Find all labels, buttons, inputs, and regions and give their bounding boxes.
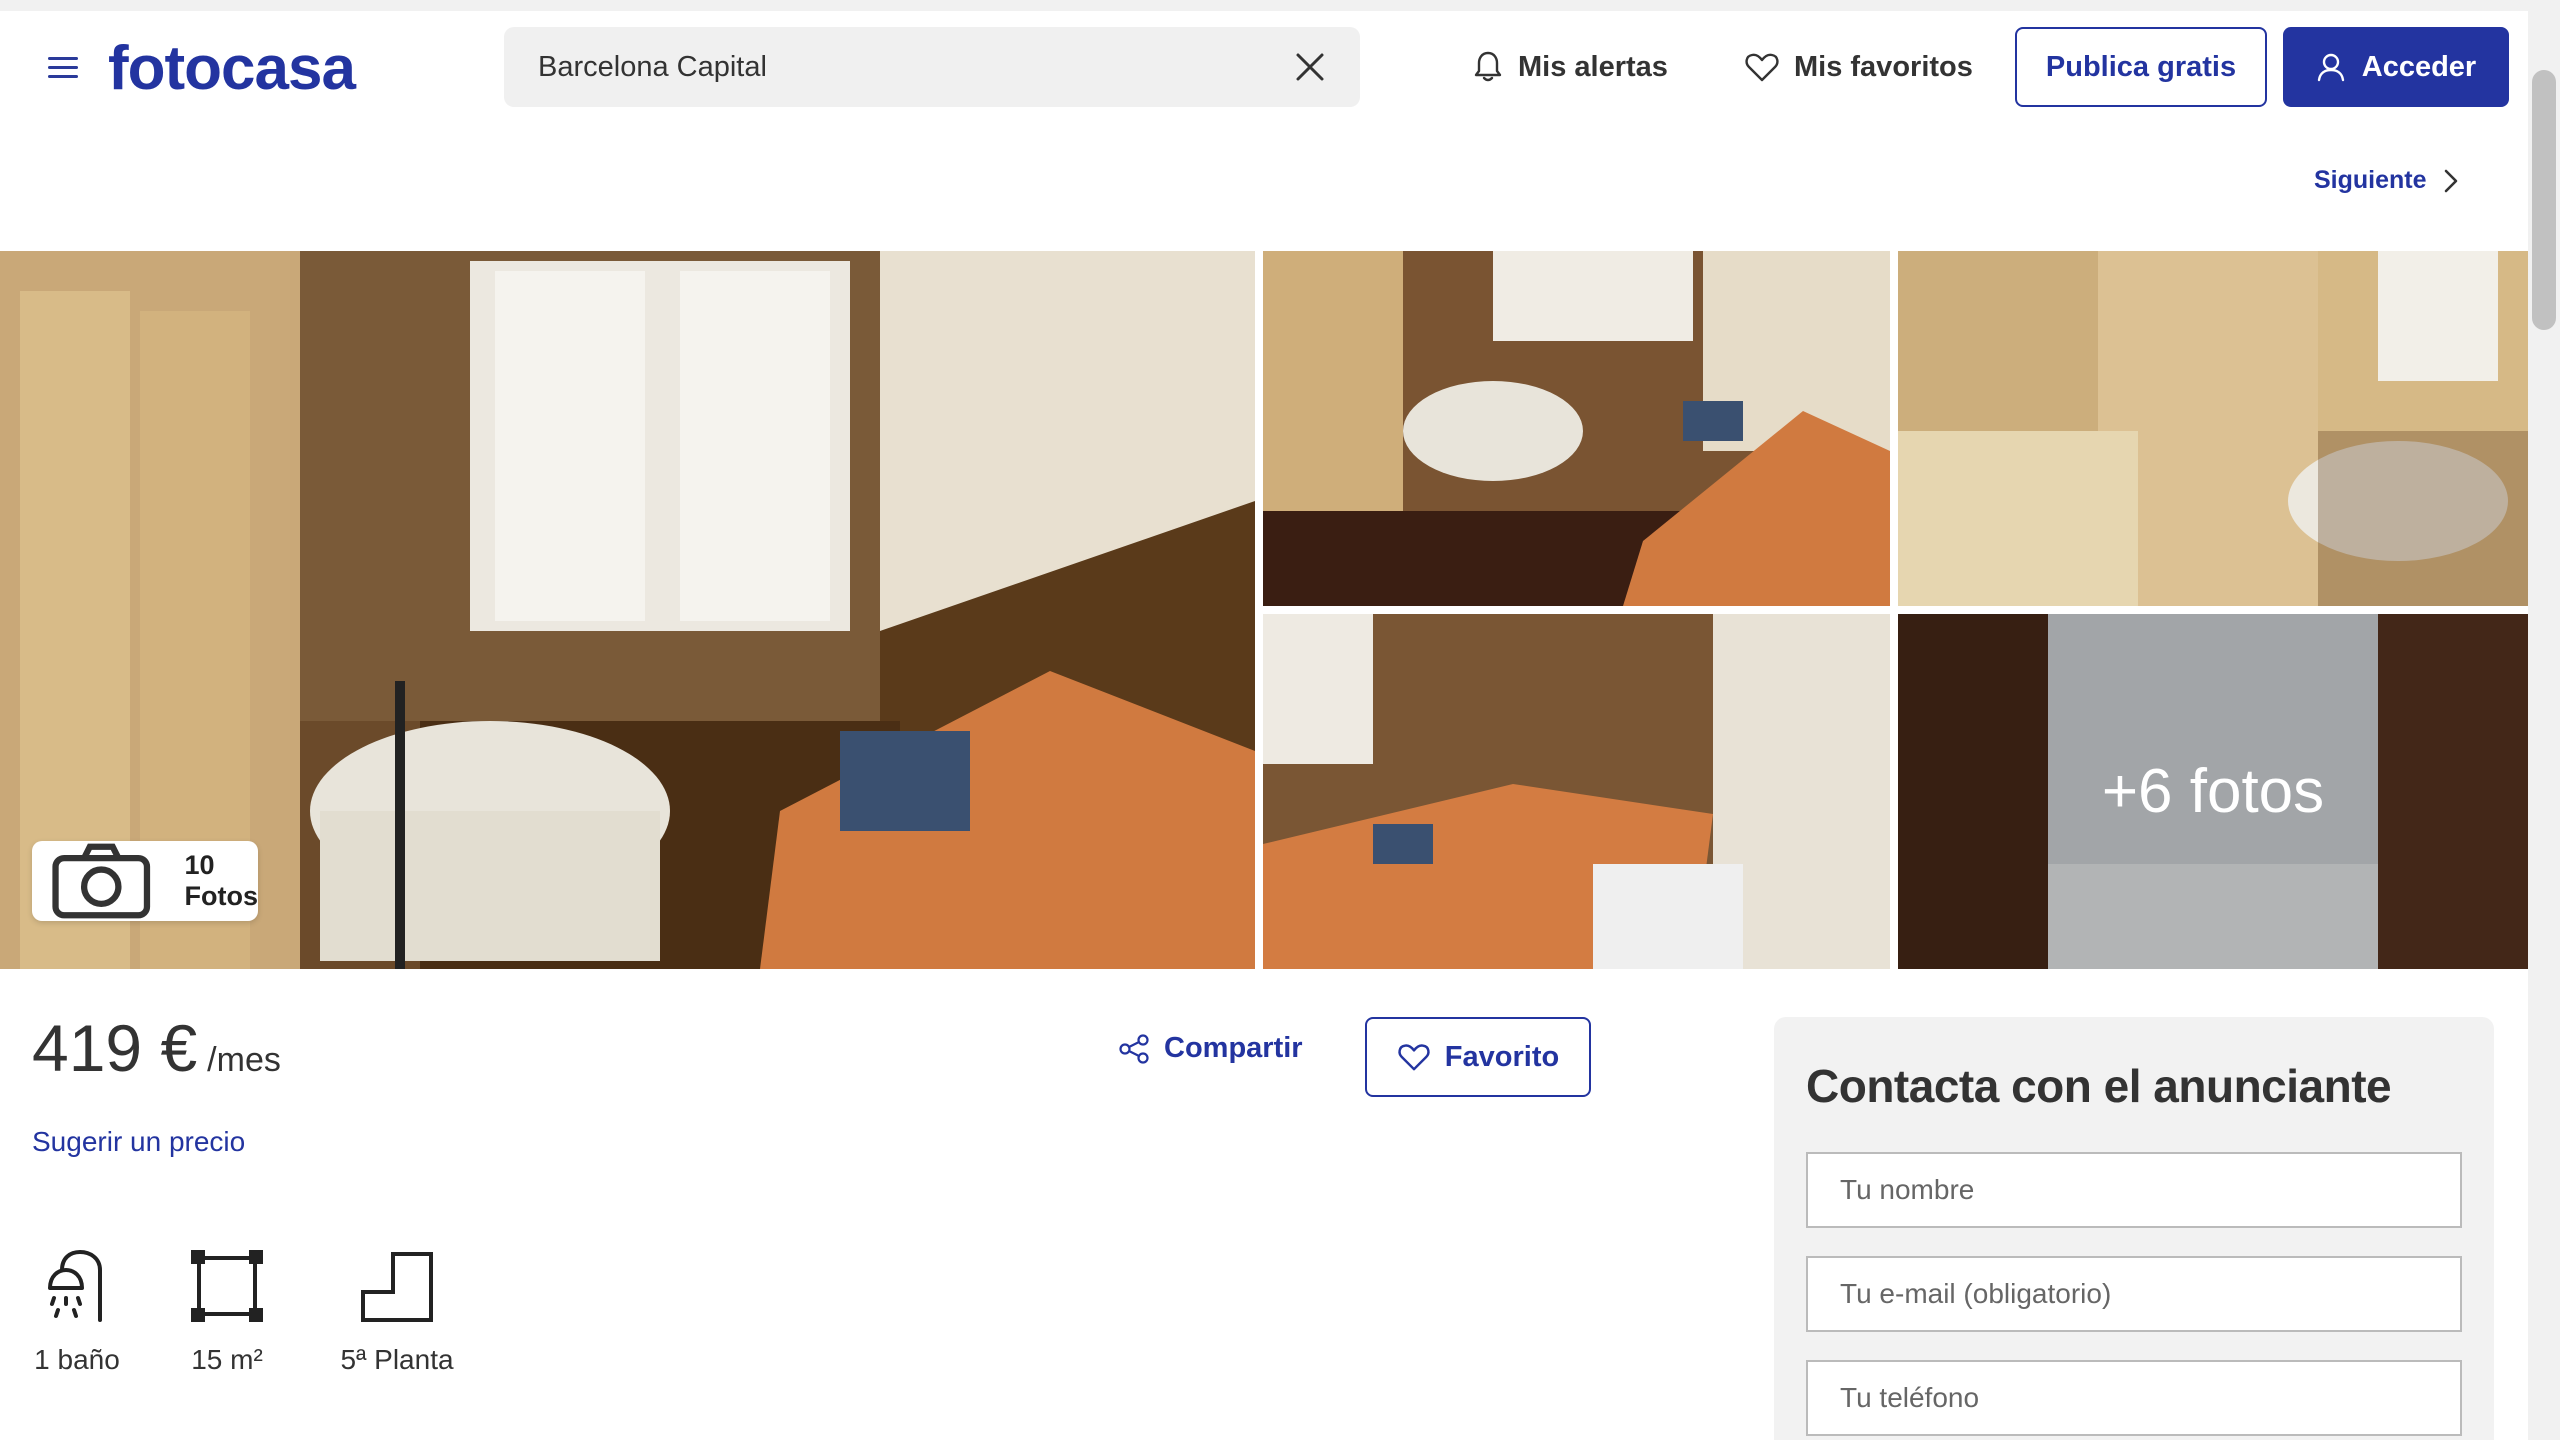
view-photos-button[interactable]: 10 Fotos [32, 841, 258, 921]
alerts-label: Mis alertas [1518, 50, 1668, 83]
feature-floor: 5ª Planta [322, 1248, 472, 1376]
user-icon [2317, 53, 2344, 82]
thumbnail-photo[interactable] [1263, 251, 1890, 606]
photos-count-label: 10 Fotos [184, 850, 259, 911]
photo-gallery: 10 Fotos +6 fotos [0, 251, 2528, 969]
email-field[interactable] [1806, 1256, 2462, 1332]
feature-label: 15 m² [191, 1344, 263, 1375]
area-icon [191, 1250, 263, 1322]
name-field[interactable] [1806, 1152, 2462, 1228]
favorite-label: Favorito [1444, 1040, 1560, 1073]
scrollbar-thumb[interactable] [2532, 70, 2556, 330]
thumbnail-photo[interactable]: +6 fotos [1898, 614, 2528, 969]
login-button[interactable]: Acceder [2283, 27, 2509, 107]
share-label: Compartir [1164, 1032, 1303, 1064]
feature-label: 1 baño [34, 1344, 120, 1375]
top-border [0, 0, 2528, 11]
menu-icon[interactable] [48, 57, 78, 87]
price-value: 419 € [32, 1011, 198, 1085]
price-unit: /mes [207, 1041, 281, 1079]
contact-title: Contacta con el anunciante [1806, 1060, 2392, 1112]
favorites-label: Mis favoritos [1794, 50, 1973, 83]
suggest-price-link[interactable]: Sugerir un precio [32, 1126, 245, 1158]
main-photo[interactable]: 10 Fotos [0, 251, 1255, 969]
login-label: Acceder [2361, 50, 2477, 83]
share-icon [1119, 1033, 1149, 1064]
alerts-link[interactable]: Mis alertas [1472, 27, 1668, 107]
search-input[interactable] [538, 27, 1278, 107]
next-listing-link[interactable]: Siguiente [2314, 166, 2459, 195]
camera-icon [52, 843, 151, 919]
thumbnail-photo[interactable] [1898, 251, 2528, 606]
heart-icon [1398, 1044, 1430, 1071]
chevron-right-icon [2444, 169, 2457, 192]
fotocasa-logo[interactable]: fotocasa [108, 33, 356, 104]
publish-button[interactable]: Publica gratis [2015, 27, 2267, 107]
shower-icon [48, 1249, 102, 1322]
heart-icon [1745, 53, 1779, 82]
favorite-button[interactable]: Favorito [1365, 1017, 1591, 1097]
share-button[interactable]: Compartir [1118, 1032, 1303, 1065]
feature-area: 15 m² [182, 1248, 272, 1376]
contact-panel: Contacta con el anunciante [1774, 1017, 2494, 1440]
stairs-icon [361, 1252, 433, 1322]
search-box [504, 27, 1360, 107]
thumbnail-photo[interactable] [1263, 614, 1890, 969]
favorites-link[interactable]: Mis favoritos [1744, 27, 1973, 107]
site-header: fotocasa Mis alertas Mis favoritos Publi… [0, 11, 2528, 121]
phone-field[interactable] [1806, 1360, 2462, 1436]
more-photos-overlay[interactable]: +6 fotos [1898, 614, 2528, 969]
price: 419 € /mes [32, 1010, 281, 1086]
feature-label: 5ª Planta [340, 1344, 454, 1375]
next-label: Siguiente [2314, 166, 2427, 194]
bell-icon [1474, 51, 1502, 82]
close-icon[interactable] [1294, 51, 1326, 83]
feature-bathrooms: 1 baño [32, 1248, 122, 1376]
